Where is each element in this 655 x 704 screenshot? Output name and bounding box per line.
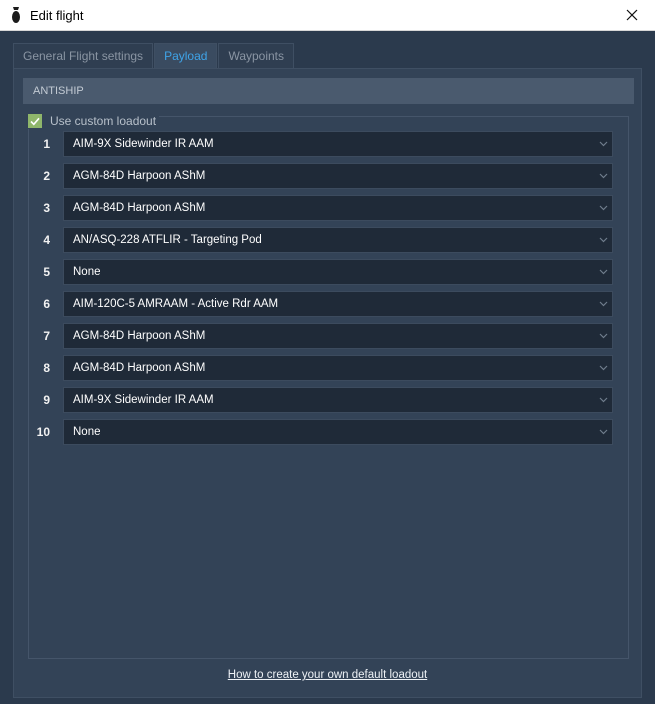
pylon-value: AIM-9X Sidewinder IR AAM [73,394,214,406]
pylon-number: 10 [36,425,50,439]
pylon-6-dropdown[interactable]: AIM-120C-5 AMRAAM - Active Rdr AAM [63,291,613,317]
pylon-value: AGM-84D Harpoon AShM [73,202,206,214]
pylon-value: None [73,426,101,438]
pylon-5-dropdown[interactable]: None [63,259,613,285]
pylon-slot-row: 2 AGM-84D Harpoon AShM [36,163,616,189]
pylon-value: AIM-9X Sidewinder IR AAM [73,138,214,150]
pylon-4-dropdown[interactable]: AN/ASQ-228 ATFLIR - Targeting Pod [63,227,613,253]
use-custom-loadout-checkbox[interactable]: Use custom loadout [28,113,160,129]
tab-bar: General Flight settings Payload Waypoint… [13,43,295,68]
pylon-1-dropdown[interactable]: AIM-9X Sidewinder IR AAM [63,131,613,157]
pylon-slot-row: 7 AGM-84D Harpoon AShM [36,323,616,349]
pylon-number: 5 [43,265,50,279]
pylon-7-dropdown[interactable]: AGM-84D Harpoon AShM [63,323,613,349]
chevron-down-icon [599,141,608,147]
section-header: ANTISHIP [23,78,634,104]
pylon-slot-row: 9 AIM-9X Sidewinder IR AAM [36,387,616,413]
pylon-slot-row: 10 None [36,419,616,445]
close-button[interactable] [609,0,655,30]
pylon-value: None [73,266,101,278]
bomb-icon [12,7,20,23]
checkmark-icon [30,117,40,125]
pylon-slot-row: 5 None [36,259,616,285]
pylon-slot-row: 6 AIM-120C-5 AMRAAM - Active Rdr AAM [36,291,616,317]
pylon-value: AN/ASQ-228 ATFLIR - Targeting Pod [73,234,262,246]
pylon-10-dropdown[interactable]: None [63,419,613,445]
pylon-number: 9 [43,393,50,407]
pylon-slot-row: 3 AGM-84D Harpoon AShM [36,195,616,221]
pylon-value: AGM-84D Harpoon AShM [73,362,206,374]
pylon-number: 7 [43,329,50,343]
help-link-row: How to create your own default loadout [1,669,654,681]
pylon-2-dropdown[interactable]: AGM-84D Harpoon AShM [63,163,613,189]
chevron-down-icon [599,365,608,371]
dialog-content: General Flight settings Payload Waypoint… [1,31,654,703]
pylon-value: AGM-84D Harpoon AShM [73,330,206,342]
pylon-number: 8 [43,361,50,375]
tab-waypoints[interactable]: Waypoints [218,43,295,68]
pylon-8-dropdown[interactable]: AGM-84D Harpoon AShM [63,355,613,381]
pylon-slot-row: 1 AIM-9X Sidewinder IR AAM [36,131,616,157]
pylon-9-dropdown[interactable]: AIM-9X Sidewinder IR AAM [63,387,613,413]
tab-payload[interactable]: Payload [154,43,218,68]
pylon-number: 4 [43,233,50,247]
checkbox-label: Use custom loadout [50,114,157,128]
close-icon [626,9,638,21]
pylon-number: 6 [43,297,50,311]
pylon-number: 1 [43,137,50,151]
pylon-number: 3 [43,201,50,215]
chevron-down-icon [599,333,608,339]
chevron-down-icon [599,301,608,307]
pylon-slot-row: 4 AN/ASQ-228 ATFLIR - Targeting Pod [36,227,616,253]
chevron-down-icon [599,429,608,435]
pylon-value: AGM-84D Harpoon AShM [73,170,206,182]
pylon-3-dropdown[interactable]: AGM-84D Harpoon AShM [63,195,613,221]
chevron-down-icon [599,269,608,275]
chevron-down-icon [599,205,608,211]
pylon-value: AIM-120C-5 AMRAAM - Active Rdr AAM [73,298,279,310]
title-bar: Edit flight [0,0,655,31]
pylon-number: 2 [43,169,50,183]
chevron-down-icon [599,397,608,403]
payload-panel: ANTISHIP Use custom loadout 1 AIM-9X Sid… [13,68,642,698]
window-title: Edit flight [30,8,84,23]
tab-general-flight-settings[interactable]: General Flight settings [13,43,154,68]
pylon-slot-row: 8 AGM-84D Harpoon AShM [36,355,616,381]
default-loadout-help-link[interactable]: How to create your own default loadout [228,669,427,681]
chevron-down-icon [599,173,608,179]
checkbox-box[interactable] [28,114,42,128]
chevron-down-icon [599,237,608,243]
pylon-slot-list: 1 AIM-9X Sidewinder IR AAM 2 AGM-84D Har… [36,131,616,451]
